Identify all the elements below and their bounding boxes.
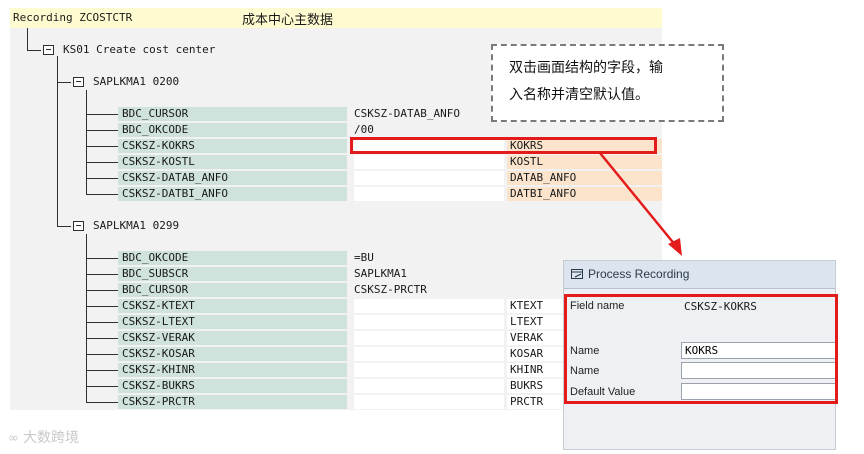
callout-line-1: 双击画面结构的字段，输 bbox=[509, 60, 663, 76]
field-name[interactable]: BDC_SUBSCR bbox=[118, 267, 347, 281]
field-value bbox=[354, 379, 504, 393]
field-name[interactable]: CSKSZ-DATBI_ANFO bbox=[118, 187, 347, 201]
field-value: CSKSZ-DATAB_ANFO bbox=[354, 107, 460, 120]
dialog-title-bar: Process Recording bbox=[564, 261, 835, 289]
field-name[interactable]: CSKSZ-KHINR bbox=[118, 363, 347, 377]
field-name[interactable]: CSKSZ-LTEXT bbox=[118, 315, 347, 329]
watermark-text: 大数跨境 bbox=[22, 430, 79, 446]
recording-title: Recording ZCOSTCTR bbox=[13, 11, 133, 24]
recording-description: 成本中心主数据 bbox=[242, 13, 334, 28]
field-value bbox=[354, 363, 504, 377]
tree-node-icon[interactable] bbox=[73, 221, 84, 231]
screen-label-0200[interactable]: SAPLKMA1 0200 bbox=[93, 75, 179, 88]
field-name[interactable]: BDC_OKCODE bbox=[118, 123, 347, 137]
edit-window-icon bbox=[571, 269, 583, 279]
field-name[interactable]: CSKSZ-PRCTR bbox=[118, 395, 347, 409]
field-value bbox=[354, 299, 504, 313]
field-value: /00 bbox=[354, 123, 374, 136]
tree-node-icon[interactable] bbox=[73, 77, 84, 87]
field-name[interactable]: CSKSZ-DATAB_ANFO bbox=[118, 171, 347, 185]
watermark-logo-icon: ∞ bbox=[8, 431, 23, 446]
callout-line-2: 入名称并清空默认值。 bbox=[509, 87, 649, 103]
field-name[interactable]: CSKSZ-KOSAR bbox=[118, 347, 347, 361]
screen-label-0299[interactable]: SAPLKMA1 0299 bbox=[93, 219, 179, 232]
field-name[interactable]: CSKSZ-BUKRS bbox=[118, 379, 347, 393]
tree-node-icon[interactable] bbox=[43, 45, 54, 55]
field-value bbox=[354, 347, 504, 361]
field-value bbox=[354, 395, 504, 409]
field-value bbox=[354, 155, 504, 169]
field-name[interactable]: CSKSZ-KOSTL bbox=[118, 155, 347, 169]
field-value bbox=[354, 187, 504, 201]
field-name[interactable]: CSKSZ-KOKRS bbox=[118, 139, 347, 153]
annotation-callout: 双击画面结构的字段，输 入名称并清空默认值。 bbox=[491, 44, 724, 122]
dialog-highlight-box bbox=[564, 294, 838, 404]
field-name[interactable]: CSKSZ-VERAK bbox=[118, 331, 347, 345]
dialog-title: Process Recording bbox=[588, 267, 690, 281]
field-value bbox=[354, 315, 504, 329]
field-name[interactable]: BDC_OKCODE bbox=[118, 251, 347, 265]
recording-header: Recording ZCOSTCTR 成本中心主数据 bbox=[10, 8, 662, 28]
arrow-icon bbox=[599, 152, 682, 256]
field-value: SAPLKMA1 bbox=[354, 267, 407, 280]
field-name[interactable]: BDC_CURSOR bbox=[118, 283, 347, 297]
field-value: CSKSZ-PRCTR bbox=[354, 283, 427, 296]
field-value bbox=[354, 331, 504, 345]
tree-root-label[interactable]: KS01 Create cost center bbox=[63, 43, 215, 56]
field-value: =BU bbox=[354, 251, 374, 264]
field-name[interactable]: CSKSZ-KTEXT bbox=[118, 299, 347, 313]
field-name[interactable]: BDC_CURSOR bbox=[118, 107, 347, 121]
field-value bbox=[354, 171, 504, 185]
watermark: ∞ 大数跨境 bbox=[8, 427, 79, 447]
